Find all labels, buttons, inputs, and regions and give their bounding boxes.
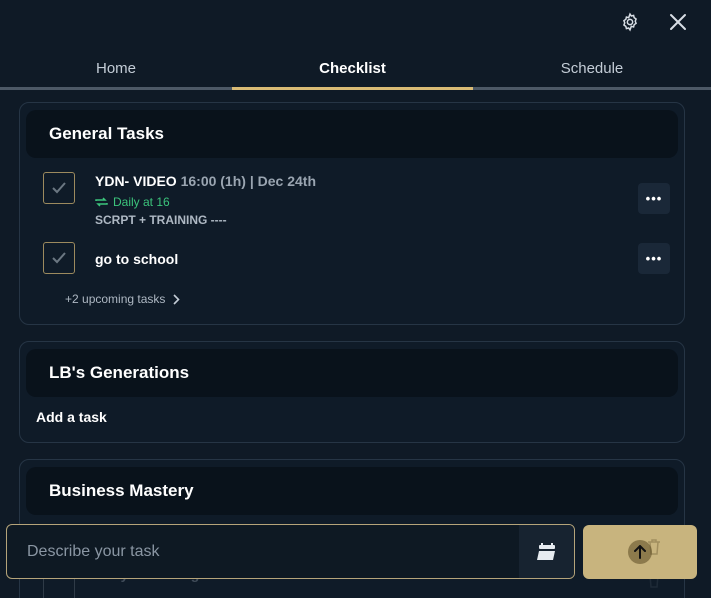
task-checkbox[interactable] <box>43 576 75 598</box>
task-title-row: YDN- VIDEO 16:00 (1h) | Dec 24th <box>95 173 316 189</box>
submit-task-button[interactable] <box>583 525 697 579</box>
section-lb-generations: LB's Generations Add a task <box>19 341 685 443</box>
tab-checklist-label: Checklist <box>319 59 386 77</box>
recurrence-text: Daily at 16 <box>113 195 170 209</box>
check-icon <box>52 252 66 264</box>
tab-bar: Home Checklist Schedule <box>0 46 711 90</box>
gear-icon <box>623 12 637 32</box>
top-bar <box>0 0 711 46</box>
date-picker-button[interactable] <box>519 525 574 578</box>
task-title: go to school <box>95 251 179 267</box>
section-title: Business Mastery <box>26 467 678 515</box>
tab-schedule-label: Schedule <box>560 59 624 77</box>
task-checkbox[interactable] <box>43 242 75 274</box>
upcoming-tasks-link[interactable]: +2 upcoming tasks <box>65 292 181 306</box>
checklist-content: General Tasks YDN- VIDEO 16:00 (1h) | De… <box>0 90 711 598</box>
upcoming-tasks-label: +2 upcoming tasks <box>65 292 166 306</box>
trash-icon <box>648 539 660 555</box>
task-description-input[interactable] <box>7 525 519 578</box>
section-title: General Tasks <box>26 110 678 158</box>
close-button[interactable] <box>665 9 691 35</box>
settings-button[interactable] <box>617 9 643 35</box>
add-task-link[interactable]: Add a task <box>36 409 107 425</box>
task-checkbox[interactable] <box>43 172 75 204</box>
task-composer <box>6 524 575 579</box>
arrow-up-icon <box>634 545 646 559</box>
check-icon <box>52 182 66 194</box>
calendar-icon <box>536 542 555 560</box>
tab-home[interactable]: Home <box>0 46 232 90</box>
task-description: SCRPT + TRAINING ---- <box>95 213 227 227</box>
chevron-right-icon <box>173 293 181 305</box>
task-title: YDN- VIDEO <box>95 173 177 189</box>
tab-schedule[interactable]: Schedule <box>473 46 711 90</box>
section-title: LB's Generations <box>26 349 678 397</box>
task-recurrence: Daily at 16 <box>95 195 170 209</box>
section-general-tasks: General Tasks YDN- VIDEO 16:00 (1h) | De… <box>19 102 685 325</box>
close-icon <box>670 14 686 30</box>
task-more-button[interactable]: ••• <box>638 183 670 214</box>
repeat-icon <box>95 197 108 207</box>
tab-checklist[interactable]: Checklist <box>232 46 473 90</box>
tab-home-label: Home <box>95 59 136 77</box>
task-time: 16:00 (1h) | Dec 24th <box>180 173 316 189</box>
task-more-button[interactable]: ••• <box>638 243 670 274</box>
